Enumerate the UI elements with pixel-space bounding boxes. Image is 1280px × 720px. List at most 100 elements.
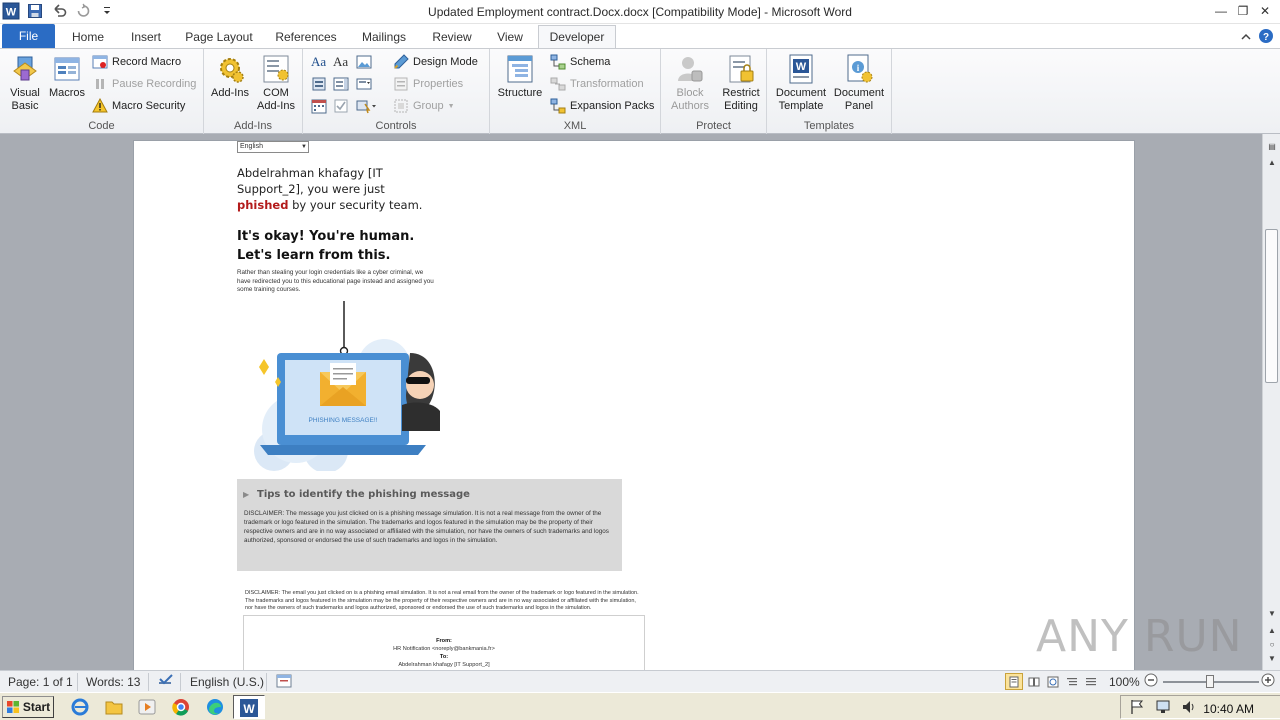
word-count[interactable]: Words: 13 <box>86 675 140 689</box>
tips-title[interactable]: Tips to identify the phishing message <box>257 489 470 500</box>
design-mode-button[interactable]: Design Mode <box>393 52 478 72</box>
macro-record-status-icon[interactable] <box>276 674 292 691</box>
plain-text-control-icon[interactable]: Aa <box>333 54 348 70</box>
language-select[interactable]: English ▼ <box>237 141 309 153</box>
tab-page-layout[interactable]: Page Layout <box>180 25 258 48</box>
tab-file[interactable]: File <box>2 24 55 48</box>
svg-text:W: W <box>796 61 807 73</box>
group-label-addins: Add-Ins <box>234 120 272 132</box>
warning-icon <box>92 98 108 113</box>
tab-home[interactable]: Home <box>64 25 112 48</box>
file-explorer-icon[interactable] <box>104 697 124 717</box>
legacy-tools-icon[interactable] <box>356 98 378 117</box>
expansion-packs-icon <box>550 98 566 114</box>
structure-button[interactable]: Structure <box>496 53 544 100</box>
edge-icon[interactable] <box>205 697 225 717</box>
clock[interactable]: 10:40 AM <box>1203 702 1254 716</box>
pause-icon <box>96 79 104 89</box>
dropdown-arrow-icon: ▼ <box>301 144 307 150</box>
page-count[interactable]: Page: 1 of 1 <box>8 675 73 689</box>
com-addins-icon <box>263 55 289 83</box>
maximize-button[interactable]: ❐ <box>1232 0 1254 22</box>
transformation-button[interactable]: Transformation <box>550 74 644 94</box>
scroll-down-arrow-icon[interactable]: ▼ <box>1266 609 1278 621</box>
tab-review[interactable]: Review <box>426 25 478 48</box>
addins-button[interactable]: Add-Ins <box>208 53 252 100</box>
picture-control-icon[interactable] <box>356 54 372 73</box>
zoom-slider-thumb[interactable] <box>1206 675 1214 688</box>
mail-to-label: To: <box>439 654 449 660</box>
pause-recording-button[interactable]: Pause Recording <box>92 74 196 94</box>
scroll-up-arrow-icon[interactable]: ▲ <box>1266 158 1278 170</box>
chrome-icon[interactable] <box>171 697 191 717</box>
headline: It's okay! You're human. Let's learn fro… <box>237 229 415 263</box>
expansion-packs-button[interactable]: Expansion Packs <box>550 96 654 116</box>
document-template-button[interactable]: W Document Template <box>771 53 831 113</box>
document-panel-icon: i <box>847 54 873 83</box>
help-icon[interactable]: ? <box>1258 28 1274 47</box>
zoom-in-icon[interactable] <box>1261 673 1275 690</box>
minimize-ribbon-icon[interactable] <box>1240 31 1252 45</box>
outline-view-icon[interactable] <box>1066 673 1080 690</box>
structure-label: Structure <box>497 87 543 99</box>
tab-mailings[interactable]: Mailings <box>354 25 414 48</box>
word-taskbar-icon: W <box>240 699 258 717</box>
group-label-code: Code <box>88 120 115 132</box>
combo-box-control-icon[interactable] <box>333 76 349 95</box>
document-panel-button[interactable]: i Document Panel <box>829 53 889 113</box>
watermark-text: ANY RUN <box>1036 610 1243 662</box>
tab-developer[interactable]: Developer <box>538 25 616 48</box>
internet-explorer-icon[interactable] <box>70 697 90 717</box>
view-buttons <box>1005 673 1099 690</box>
full-screen-reading-icon[interactable] <box>1028 673 1042 690</box>
checkbox-control-icon[interactable] <box>333 98 349 117</box>
media-player-icon[interactable] <box>137 697 157 717</box>
tab-references[interactable]: References <box>270 25 342 48</box>
properties-button[interactable]: Properties <box>393 74 463 94</box>
document-panel-label-1: Document <box>833 87 885 99</box>
block-authors-icon <box>678 57 703 82</box>
com-addins-button[interactable]: COM Add-Ins <box>254 53 298 113</box>
tab-insert[interactable]: Insert <box>122 25 170 48</box>
document-page[interactable]: English ▼ Abdelrahman khafagy [IT Suppor… <box>133 140 1135 670</box>
proofing-icon[interactable] <box>157 673 175 692</box>
action-center-flag-icon[interactable] <box>1129 699 1145 715</box>
print-layout-view-icon[interactable] <box>1005 673 1023 690</box>
zoom-level[interactable]: 100% <box>1109 675 1140 689</box>
browse-object-icon[interactable]: ○ <box>1266 640 1278 652</box>
block-authors-button[interactable]: Block Authors <box>665 53 715 113</box>
volume-icon[interactable] <box>1181 699 1197 715</box>
minimize-button[interactable]: — <box>1210 0 1232 22</box>
scroll-thumb[interactable] <box>1265 229 1278 383</box>
email-preview: From: HR Notification <noreply@bankmania… <box>243 615 645 670</box>
record-macro-button[interactable]: Record Macro <box>92 52 181 72</box>
close-button[interactable]: ✕ <box>1254 0 1276 22</box>
next-page-icon[interactable]: ▼ <box>1266 654 1278 666</box>
restrict-editing-button[interactable]: Restrict Editing <box>717 53 765 113</box>
group-button[interactable]: Group ▼ <box>393 96 455 116</box>
draft-view-icon[interactable] <box>1085 673 1099 690</box>
language-status[interactable]: English (U.S.) <box>190 675 264 689</box>
building-block-control-icon[interactable] <box>311 76 327 95</box>
expand-arrow-icon[interactable]: ▶ <box>243 490 249 499</box>
rich-text-control-icon[interactable]: Aa <box>311 54 326 70</box>
ribbon: Visual Basic Macros Record Macro Pause R… <box>0 48 1280 134</box>
date-picker-control-icon[interactable] <box>311 98 327 117</box>
tab-view[interactable]: View <box>490 25 530 48</box>
start-button[interactable]: Start <box>2 696 54 718</box>
vertical-scrollbar[interactable]: ▤ ▲ ▼ ▲ ○ ▼ <box>1262 134 1280 670</box>
zoom-out-icon[interactable] <box>1144 673 1158 690</box>
ruler-toggle-icon[interactable]: ▤ <box>1266 142 1278 154</box>
schema-button[interactable]: Schema <box>550 52 610 72</box>
macro-security-button[interactable]: Macro Security <box>92 96 185 116</box>
web-layout-icon[interactable] <box>1047 673 1061 690</box>
previous-page-icon[interactable]: ▲ <box>1266 626 1278 638</box>
network-icon[interactable] <box>1155 699 1171 715</box>
document-workspace: English ▼ Abdelrahman khafagy [IT Suppor… <box>0 134 1262 670</box>
macros-button[interactable]: Macros <box>46 53 88 100</box>
dropdown-list-control-icon[interactable] <box>356 76 372 95</box>
ribbon-tabs: File Home Insert Page Layout References … <box>0 24 1280 48</box>
tips-section[interactable]: ▶ Tips to identify the phishing message … <box>237 479 622 571</box>
visual-basic-button[interactable]: Visual Basic <box>4 53 46 113</box>
word-taskbar-button[interactable]: W <box>233 695 265 719</box>
